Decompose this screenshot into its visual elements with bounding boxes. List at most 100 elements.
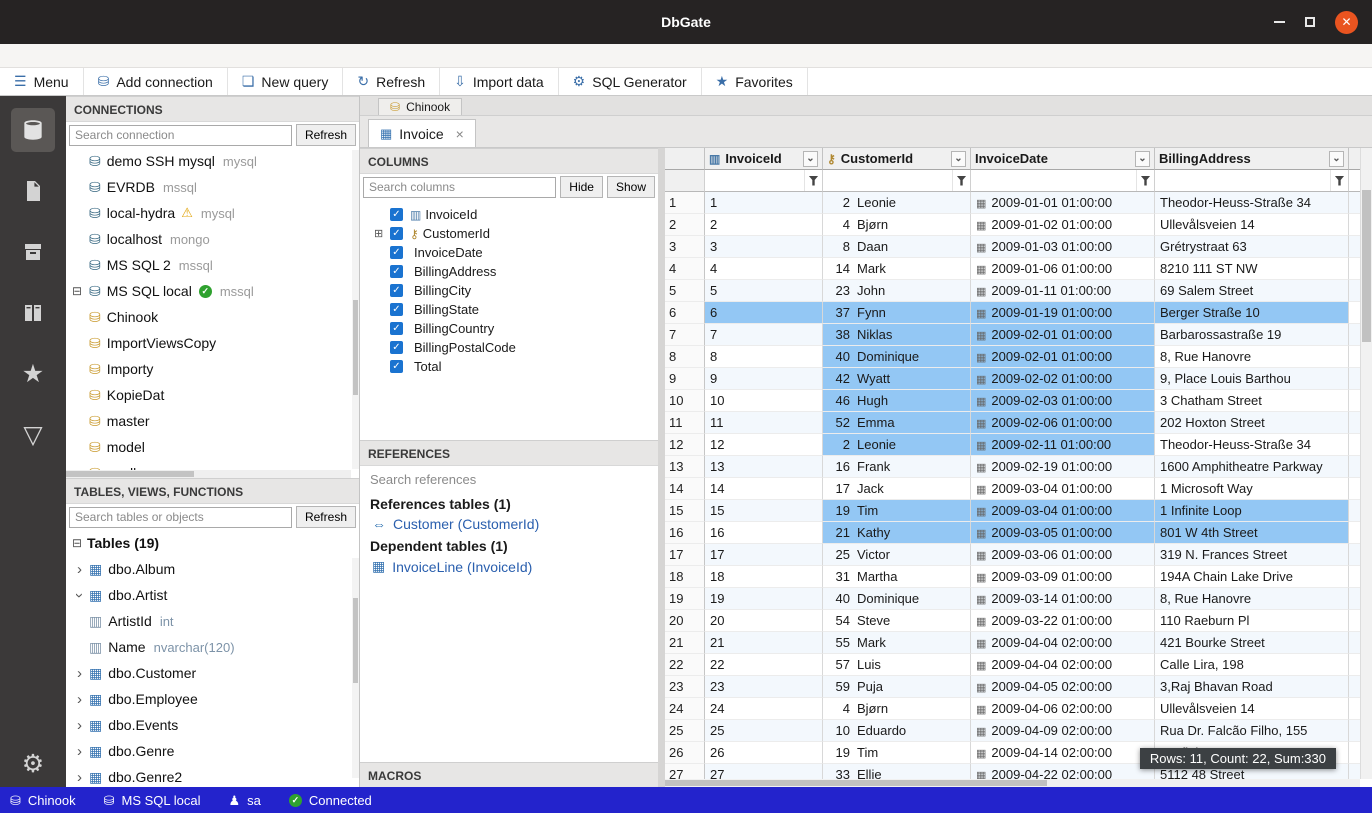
- cell-invoicedate[interactable]: 2009-02-11 01:00:00: [971, 434, 1155, 456]
- cell-invoiceid[interactable]: 18: [705, 566, 823, 588]
- cell-invoiceid[interactable]: 9: [705, 368, 823, 390]
- connection-item[interactable]: localhost mongo: [66, 226, 359, 252]
- column-menu-button[interactable]: [1329, 151, 1344, 167]
- chevron-icon[interactable]: [72, 665, 87, 682]
- cell-customerid[interactable]: 14 Mark: [823, 258, 971, 280]
- cell-invoiceid[interactable]: 12: [705, 434, 823, 456]
- databases-icon[interactable]: [11, 108, 55, 152]
- toolbar-button[interactable]: SQL Generator: [559, 68, 702, 95]
- connections-refresh-button[interactable]: Refresh: [296, 124, 356, 146]
- cell-billingaddress[interactable]: Calle Lira, 198: [1155, 654, 1349, 676]
- connection-item[interactable]: Importy: [66, 356, 359, 382]
- cell-customerid[interactable]: 38 Niklas: [823, 324, 971, 346]
- row-number-cell[interactable]: 5: [665, 280, 705, 302]
- column-checkbox[interactable]: [390, 303, 403, 316]
- cell-billingaddress[interactable]: 3,Raj Bhavan Road: [1155, 676, 1349, 698]
- header-customerid[interactable]: CustomerId: [823, 148, 971, 170]
- chevron-icon[interactable]: [72, 587, 87, 604]
- chevron-icon[interactable]: [72, 691, 87, 708]
- row-number-cell[interactable]: 27: [665, 764, 705, 779]
- cell-customerid[interactable]: 23 John: [823, 280, 971, 302]
- header-invoiceid[interactable]: InvoiceId: [705, 148, 823, 170]
- cell-invoiceid[interactable]: 10: [705, 390, 823, 412]
- chevron-icon[interactable]: [72, 561, 87, 578]
- row-number-cell[interactable]: 3: [665, 236, 705, 258]
- column-menu-button[interactable]: [1135, 151, 1150, 167]
- cell-customerid[interactable]: 10 Eduardo: [823, 720, 971, 742]
- cell-customerid[interactable]: 21 Kathy: [823, 522, 971, 544]
- filter-button[interactable]: [1136, 170, 1154, 191]
- cell-billingaddress[interactable]: 3 Chatham Street: [1155, 390, 1349, 412]
- cell-invoiceid[interactable]: 3: [705, 236, 823, 258]
- row-number-cell[interactable]: 8: [665, 346, 705, 368]
- header-invoicedate[interactable]: InvoiceDate: [971, 148, 1155, 170]
- cell-invoicedate[interactable]: 2009-01-19 01:00:00: [971, 302, 1155, 324]
- cell-customerid[interactable]: 33 Ellie: [823, 764, 971, 779]
- filter-button[interactable]: [1330, 170, 1348, 191]
- cell-invoicedate[interactable]: 2009-04-04 02:00:00: [971, 654, 1155, 676]
- cell-billingaddress[interactable]: 801 W 4th Street: [1155, 522, 1349, 544]
- row-number-cell[interactable]: 16: [665, 522, 705, 544]
- connections-scrollbar[interactable]: [352, 150, 359, 469]
- filter-input-invoiceid[interactable]: [705, 170, 804, 191]
- connection-item[interactable]: local-hydra mysql: [66, 200, 359, 226]
- table-item[interactable]: Name nvarchar(120): [66, 634, 359, 660]
- toolbar-button[interactable]: Import data: [440, 68, 559, 95]
- table-item[interactable]: dbo.Artist: [66, 582, 359, 608]
- cell-invoicedate[interactable]: 2009-04-22 02:00:00: [971, 764, 1155, 779]
- filter-input-customerid[interactable]: [823, 170, 952, 191]
- connection-item[interactable]: ImportViewsCopy: [66, 330, 359, 356]
- column-checkbox[interactable]: [390, 246, 403, 259]
- table-item[interactable]: ArtistId int: [66, 608, 359, 634]
- column-checkbox[interactable]: [390, 341, 403, 354]
- cell-customerid[interactable]: 37 Fynn: [823, 302, 971, 324]
- header-billingaddress[interactable]: BillingAddress: [1155, 148, 1349, 170]
- cell-billingaddress[interactable]: 1 Infinite Loop: [1155, 500, 1349, 522]
- columns-search-input[interactable]: [363, 177, 556, 198]
- cell-billingaddress[interactable]: 421 Bourke Street: [1155, 632, 1349, 654]
- cell-customerid[interactable]: 42 Wyatt: [823, 368, 971, 390]
- history-icon[interactable]: [11, 291, 55, 335]
- table-item[interactable]: dbo.Genre2: [66, 764, 359, 787]
- statusbar-item[interactable]: Connected: [289, 793, 372, 808]
- cell-billingaddress[interactable]: 8, Rue Hanovre: [1155, 588, 1349, 610]
- row-number-cell[interactable]: 15: [665, 500, 705, 522]
- cell-billingaddress[interactable]: Theodor-Heuss-Straße 34: [1155, 434, 1349, 456]
- cell-customerid[interactable]: 19 Tim: [823, 742, 971, 764]
- cell-billingaddress[interactable]: 319 N. Frances Street: [1155, 544, 1349, 566]
- invoice-tab[interactable]: Invoice ×: [368, 119, 476, 147]
- column-manager-row[interactable]: BillingCountry: [360, 319, 658, 338]
- column-manager-row[interactable]: BillingState: [360, 300, 658, 319]
- cell-invoiceid[interactable]: 15: [705, 500, 823, 522]
- toolbar-button[interactable]: New query: [228, 68, 343, 95]
- column-checkbox[interactable]: [390, 284, 403, 297]
- row-number-cell[interactable]: 17: [665, 544, 705, 566]
- filter-input-invoicedate[interactable]: [971, 170, 1136, 191]
- references-search-input[interactable]: [360, 466, 658, 492]
- cell-billingaddress[interactable]: Berger Straße 10: [1155, 302, 1349, 324]
- scrollbar-thumb[interactable]: [1362, 190, 1371, 342]
- cell-billingaddress[interactable]: 69 Salem Street: [1155, 280, 1349, 302]
- files-icon[interactable]: [11, 169, 55, 213]
- grid-horizontal-scrollbar[interactable]: [665, 779, 1360, 787]
- connection-search-input[interactable]: [69, 125, 292, 146]
- filter-button[interactable]: [804, 170, 822, 191]
- cell-customerid[interactable]: 4 Bjørn: [823, 698, 971, 720]
- filter-button[interactable]: [952, 170, 970, 191]
- cell-customerid[interactable]: 19 Tim: [823, 500, 971, 522]
- cell-invoicedate[interactable]: 2009-04-04 02:00:00: [971, 632, 1155, 654]
- row-number-cell[interactable]: 25: [665, 720, 705, 742]
- cell-invoicedate[interactable]: 2009-03-22 01:00:00: [971, 610, 1155, 632]
- cell-invoicedate[interactable]: 2009-03-04 01:00:00: [971, 500, 1155, 522]
- cell-invoiceid[interactable]: 22: [705, 654, 823, 676]
- cell-billingaddress[interactable]: Rua Dr. Falcão Filho, 155: [1155, 720, 1349, 742]
- cell-customerid[interactable]: 25 Victor: [823, 544, 971, 566]
- row-number-cell[interactable]: 13: [665, 456, 705, 478]
- row-number-cell[interactable]: 19: [665, 588, 705, 610]
- toolbar-button[interactable]: Menu: [0, 68, 84, 95]
- cell-billingaddress[interactable]: Theodor-Heuss-Straße 34: [1155, 192, 1349, 214]
- cell-invoiceid[interactable]: 16: [705, 522, 823, 544]
- cell-customerid[interactable]: 4 Bjørn: [823, 214, 971, 236]
- cell-invoiceid[interactable]: 14: [705, 478, 823, 500]
- toolbar-button[interactable]: Add connection: [84, 68, 228, 95]
